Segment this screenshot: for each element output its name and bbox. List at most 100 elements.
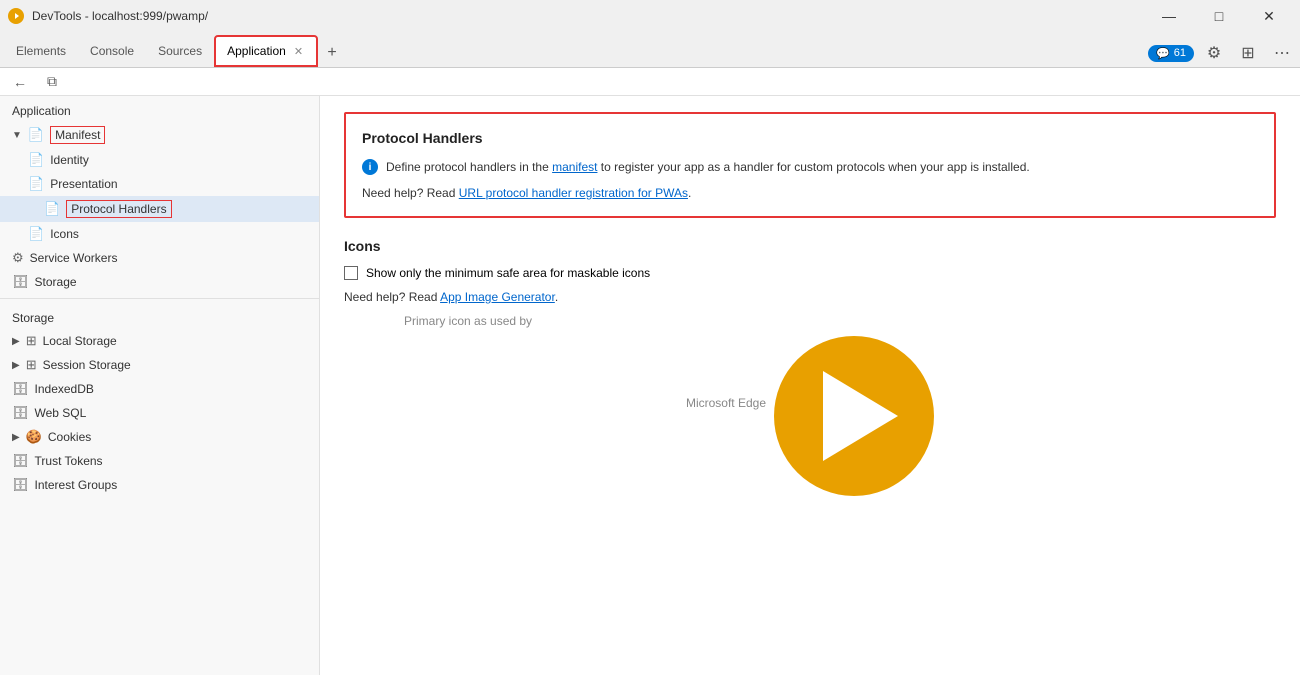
protocol-handlers-label: Protocol Handlers	[66, 200, 171, 218]
gear-icon: ⚙	[12, 250, 24, 266]
tabbar: Elements Console Sources Application ✕ +…	[0, 32, 1300, 68]
sidebar-item-protocol-handlers[interactable]: 📄 Protocol Handlers	[0, 196, 319, 222]
expand-arrow-cookies-icon: ▶	[12, 432, 20, 443]
need-help-icons-text: Need help? Read	[344, 290, 440, 304]
expand-arrow-icon: ▼	[12, 130, 22, 141]
websql-label: Web SQL	[35, 406, 87, 420]
info-icon: i	[362, 159, 378, 175]
session-storage-label: Session Storage	[43, 358, 131, 372]
app-icon	[8, 8, 24, 24]
sidebar-item-service-workers[interactable]: ⚙ Service Workers	[0, 246, 319, 270]
file-icon-protocol: 📄	[44, 201, 60, 217]
sidebar: Application ▼ 📄 Manifest 📄 Identity 📄 Pr…	[0, 96, 320, 675]
icon-container: Microsoft Edge	[686, 336, 934, 496]
tab-console-label: Console	[90, 44, 134, 58]
sidebar-item-local-storage[interactable]: ▶ ⊞ Local Storage	[0, 329, 319, 353]
secondary-toolbar: ← ⧉	[0, 68, 1300, 96]
tab-sources[interactable]: Sources	[146, 35, 214, 67]
window-title: DevTools - localhost:999/pwamp/	[32, 9, 1138, 23]
maskable-icons-checkbox[interactable]	[344, 266, 358, 280]
checkbox-row: Show only the minimum safe area for mask…	[344, 266, 1276, 280]
sidebar-item-cookies[interactable]: ▶ 🍪 Cookies	[0, 425, 319, 449]
icons-section: Icons Show only the minimum safe area fo…	[344, 238, 1276, 496]
sidebar-item-trust-tokens[interactable]: 🗄 Trust Tokens	[0, 449, 319, 473]
protocol-handlers-title: Protocol Handlers	[362, 130, 1258, 146]
cookie-icon: 🍪	[26, 429, 42, 445]
more-icon[interactable]: ⋯	[1268, 39, 1296, 67]
grid-icon-local-storage: ⊞	[26, 333, 37, 349]
toolbar-right: 💬 61 ⚙ ⊞ ⋯	[1148, 39, 1296, 67]
titlebar: DevTools - localhost:999/pwamp/ — □ ✕	[0, 0, 1300, 32]
sidebar-item-indexeddb[interactable]: 🗄 IndexedDB	[0, 377, 319, 401]
notification-icon: 💬	[1156, 47, 1170, 60]
edge-label: Microsoft Edge	[686, 336, 766, 410]
protocol-handlers-section: Protocol Handlers i Define protocol hand…	[344, 112, 1276, 218]
tab-elements[interactable]: Elements	[4, 35, 78, 67]
interest-groups-label: Interest Groups	[35, 478, 118, 492]
checkbox-label: Show only the minimum safe area for mask…	[366, 266, 650, 280]
tab-application[interactable]: Application ✕	[214, 35, 318, 67]
notification-count: 61	[1174, 47, 1186, 59]
main-layout: Application ▼ 📄 Manifest 📄 Identity 📄 Pr…	[0, 96, 1300, 675]
window-controls: — □ ✕	[1146, 0, 1292, 32]
sidebar-item-icons[interactable]: 📄 Icons	[0, 222, 319, 246]
protocol-handlers-info: i Define protocol handlers in the manife…	[362, 158, 1258, 176]
service-workers-label: Service Workers	[30, 251, 118, 265]
local-storage-label: Local Storage	[43, 334, 117, 348]
sidebar-item-storage-app[interactable]: 🗄 Storage	[0, 270, 319, 294]
minimize-button[interactable]: —	[1146, 0, 1192, 32]
icon-preview-area: Primary icon as used by Microsoft Edge	[344, 314, 1276, 496]
period: .	[688, 186, 691, 200]
period2: .	[555, 290, 558, 304]
presentation-label: Presentation	[50, 177, 117, 191]
file-icon-identity: 📄	[28, 152, 44, 168]
sidebar-item-interest-groups[interactable]: 🗄 Interest Groups	[0, 473, 319, 497]
db-icon-interest-groups: 🗄	[12, 477, 29, 493]
manifest-label: Manifest	[50, 126, 105, 144]
sidebar-item-manifest[interactable]: ▼ 📄 Manifest	[0, 122, 319, 148]
need-help-protocol: Need help? Read URL protocol handler reg…	[362, 186, 1258, 200]
file-icon: 📄	[28, 127, 44, 143]
info-text-before: Define protocol handlers in the	[386, 160, 552, 174]
db-icon-websql: 🗄	[12, 405, 29, 421]
back-icon[interactable]: ←	[8, 70, 32, 94]
tab-add-button[interactable]: +	[318, 39, 346, 67]
play-triangle-icon	[823, 371, 898, 461]
sidebar-item-websql[interactable]: 🗄 Web SQL	[0, 401, 319, 425]
sidebar-item-presentation[interactable]: 📄 Presentation	[0, 172, 319, 196]
tab-sources-label: Sources	[158, 44, 202, 58]
app-image-link[interactable]: App Image Generator	[440, 290, 555, 304]
pwa-link[interactable]: URL protocol handler registration for PW…	[459, 186, 688, 200]
protocol-handlers-description: Define protocol handlers in the manifest…	[386, 158, 1030, 176]
app-icon-circle	[774, 336, 934, 496]
tab-close-icon[interactable]: ✕	[292, 43, 305, 60]
icons-label: Icons	[50, 227, 79, 241]
content-area: Protocol Handlers i Define protocol hand…	[320, 96, 1300, 675]
notification-badge[interactable]: 💬 61	[1148, 45, 1194, 62]
device-icon[interactable]: ⊞	[1234, 39, 1262, 67]
primary-icon-label: Primary icon as used by	[344, 314, 1276, 328]
need-help-icons: Need help? Read App Image Generator.	[344, 290, 1276, 304]
sidebar-item-session-storage[interactable]: ▶ ⊞ Session Storage	[0, 353, 319, 377]
cookies-label: Cookies	[48, 430, 91, 444]
need-help-text: Need help? Read	[362, 186, 459, 200]
sidebar-item-identity[interactable]: 📄 Identity	[0, 148, 319, 172]
dock-icon[interactable]: ⧉	[40, 70, 64, 94]
info-text-after: to register your app as a handler for cu…	[597, 160, 1029, 174]
close-button[interactable]: ✕	[1246, 0, 1292, 32]
maximize-button[interactable]: □	[1196, 0, 1242, 32]
storage-app-label: Storage	[35, 275, 77, 289]
icons-title: Icons	[344, 238, 1276, 254]
tab-elements-label: Elements	[16, 44, 66, 58]
grid-icon-session-storage: ⊞	[26, 357, 37, 373]
file-icon-icons: 📄	[28, 226, 44, 242]
indexeddb-label: IndexedDB	[35, 382, 94, 396]
db-icon-indexeddb: 🗄	[12, 381, 29, 397]
expand-arrow-session-storage-icon: ▶	[12, 360, 20, 371]
storage-section-header: Storage	[0, 303, 319, 329]
settings-icon[interactable]: ⚙	[1200, 39, 1228, 67]
expand-arrow-local-storage-icon: ▶	[12, 336, 20, 347]
trust-tokens-label: Trust Tokens	[35, 454, 103, 468]
manifest-link[interactable]: manifest	[552, 160, 597, 174]
tab-console[interactable]: Console	[78, 35, 146, 67]
